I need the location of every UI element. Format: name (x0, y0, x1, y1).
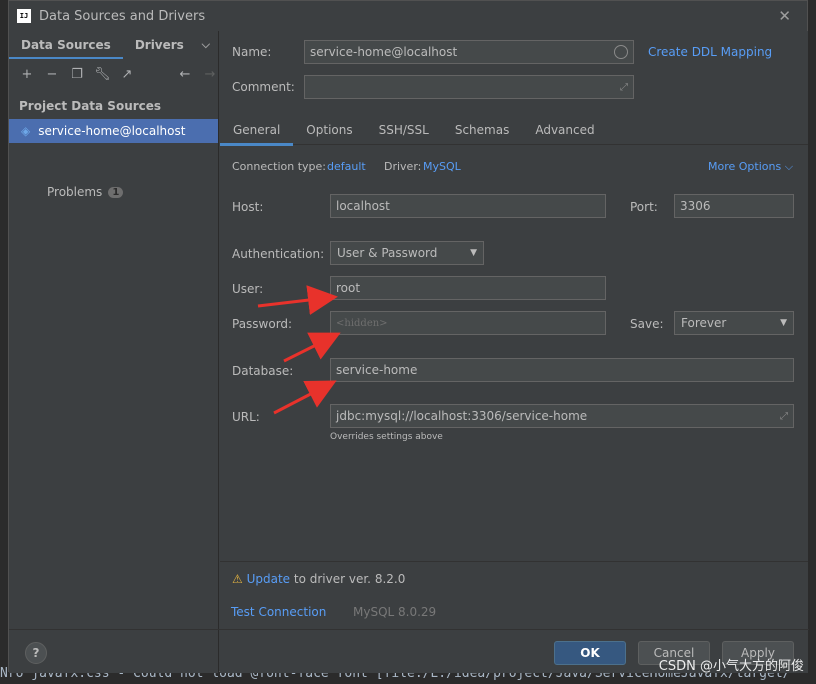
window-title: Data Sources and Drivers (39, 8, 206, 24)
left-panel: Data Sources Drivers ⌵ + − ❐ 🔧︎ ↗ ← → Pr… (9, 31, 219, 673)
comment-input[interactable]: ⤢ (304, 75, 634, 99)
jump-to-icon[interactable]: ↗ (119, 67, 135, 82)
remove-icon[interactable]: − (44, 67, 60, 82)
authentication-label: Authentication: (232, 247, 325, 261)
url-value: jdbc:mysql://localhost:3306/service-home (336, 409, 588, 423)
authentication-select[interactable]: User & Password ▼ (330, 241, 484, 265)
update-notice: ⚠ Update to driver ver. 8.2.0 (232, 572, 405, 586)
forward-arrow-icon[interactable]: → (202, 67, 218, 82)
data-source-label: service-home@localhost (38, 124, 186, 138)
tab-options[interactable]: Options (293, 115, 365, 145)
right-panel: Name: service-home@localhost Create DDL … (9, 31, 809, 673)
database-input[interactable]: service-home (330, 358, 794, 382)
problems-label: Problems (47, 185, 103, 199)
help-button[interactable]: ? (25, 642, 47, 664)
close-icon[interactable]: ✕ (778, 7, 791, 25)
port-input[interactable]: 3306 (674, 194, 794, 218)
user-label: User: (232, 282, 264, 296)
authentication-value: User & Password (337, 246, 438, 260)
back-arrow-icon[interactable]: ← (177, 67, 193, 82)
ok-button[interactable]: OK (554, 641, 626, 665)
name-value: service-home@localhost (310, 45, 458, 59)
form-tabs: General Options SSH/SSL Schemas Advanced (220, 115, 808, 146)
more-options-link[interactable]: More Options ⌵ (708, 160, 793, 174)
data-source-item[interactable]: ◈ service-home@localhost (9, 119, 218, 143)
update-link[interactable]: Update (247, 572, 290, 586)
password-input[interactable]: <hidden> (330, 311, 606, 335)
problems-count-badge: 1 (108, 186, 124, 198)
name-input[interactable]: service-home@localhost (304, 40, 634, 64)
tab-data-sources[interactable]: Data Sources (9, 31, 123, 59)
test-connection-link[interactable]: Test Connection (231, 605, 326, 619)
driver-label: Driver: (384, 160, 422, 173)
more-options-label: More Options (708, 160, 782, 173)
expand-icon[interactable]: ⤢ (620, 82, 628, 93)
watermark: CSDN @小气大方的阿俊 (658, 659, 804, 674)
comment-label: Comment: (232, 80, 295, 94)
divider (220, 561, 808, 562)
tab-ssh-ssl[interactable]: SSH/SSL (366, 115, 442, 145)
expand-icon[interactable]: ⤢ (780, 411, 788, 422)
save-select[interactable]: Forever ▼ (674, 311, 794, 335)
url-label: URL: (232, 410, 260, 424)
divider (9, 629, 809, 630)
color-picker-icon[interactable] (614, 45, 628, 59)
user-input[interactable]: root (330, 276, 606, 300)
add-icon[interactable]: + (19, 67, 35, 82)
warning-icon: ⚠ (232, 572, 243, 586)
save-value: Forever (681, 316, 727, 330)
database-label: Database: (232, 364, 294, 378)
chevron-down-icon: ⌵ (784, 160, 794, 173)
project-data-sources-header: Project Data Sources (19, 99, 162, 113)
tab-drivers[interactable]: Drivers (123, 31, 196, 59)
problems-item[interactable]: Problems 1 (9, 185, 218, 199)
dropdown-arrow-icon: ▼ (780, 318, 787, 328)
duplicate-icon[interactable]: ❐ (69, 67, 85, 82)
tab-advanced[interactable]: Advanced (522, 115, 607, 145)
update-text: to driver ver. 8.2.0 (293, 572, 406, 586)
create-ddl-mapping-link[interactable]: Create DDL Mapping (648, 45, 772, 59)
mysql-icon: ◈ (21, 124, 31, 138)
host-input[interactable]: localhost (330, 194, 606, 218)
save-label: Save: (630, 317, 664, 331)
left-toolbar: + − ❐ 🔧︎ ↗ ← → (9, 59, 218, 89)
url-hint: Overrides settings above (330, 432, 443, 442)
password-label: Password: (232, 317, 293, 331)
connection-type-link[interactable]: default (327, 160, 366, 173)
driver-link[interactable]: MySQL (423, 160, 461, 173)
intellij-icon (17, 9, 31, 23)
connection-type-label: Connection type: (232, 160, 327, 173)
host-label: Host: (232, 200, 264, 214)
dropdown-arrow-icon: ▼ (470, 248, 477, 258)
chevron-down-icon[interactable]: ⌵ (202, 38, 210, 52)
mysql-version: MySQL 8.0.29 (353, 605, 437, 619)
left-tabs: Data Sources Drivers ⌵ (9, 31, 218, 59)
data-sources-dialog: Data Sources and Drivers ✕ Data Sources … (8, 0, 809, 673)
url-input[interactable]: jdbc:mysql://localhost:3306/service-home… (330, 404, 794, 428)
port-label: Port: (630, 200, 658, 214)
tab-general[interactable]: General (220, 115, 294, 146)
wrench-icon[interactable]: 🔧︎ (94, 67, 111, 82)
tab-schemas[interactable]: Schemas (442, 115, 523, 145)
title-bar: Data Sources and Drivers ✕ (9, 1, 807, 31)
name-label: Name: (232, 45, 272, 59)
